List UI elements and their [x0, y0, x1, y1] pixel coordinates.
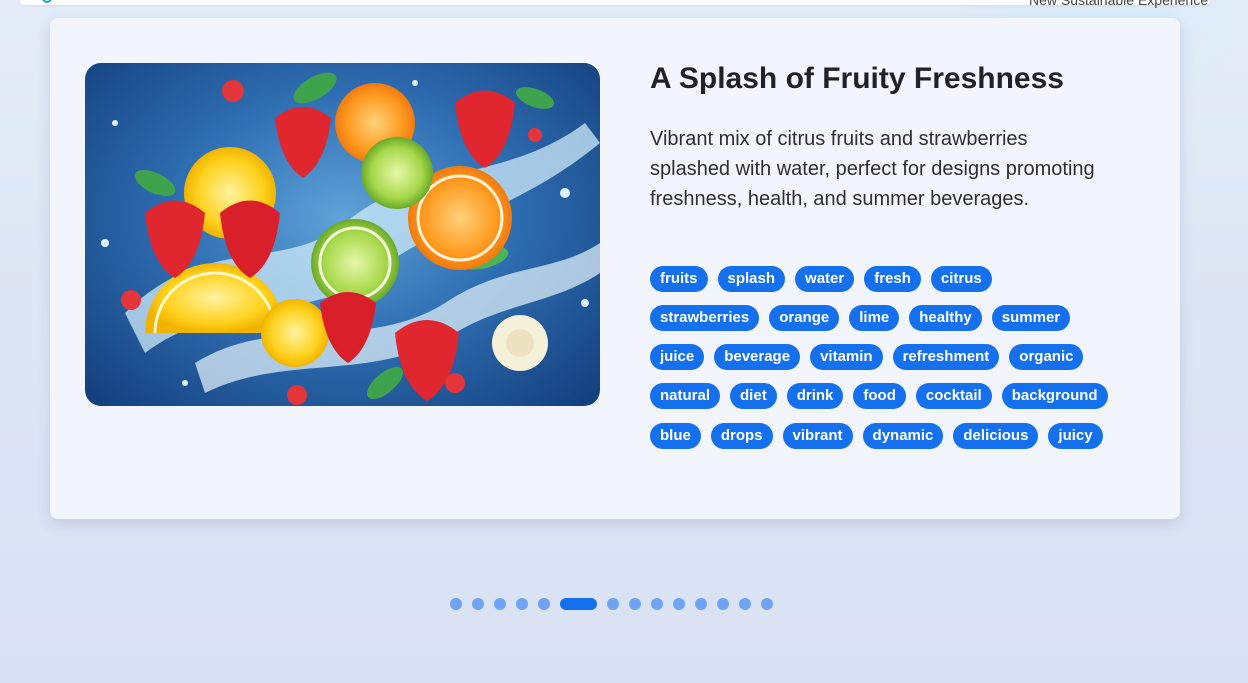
tag-juice[interactable]: juice: [650, 344, 705, 370]
header-tagline: New Sustainable Experience: [1029, 0, 1208, 8]
carousel-dot[interactable]: [629, 598, 641, 610]
tag-vitamin[interactable]: vitamin: [810, 344, 883, 370]
slide-card: A Splash of Fruity Freshness Vibrant mix…: [50, 18, 1180, 519]
carousel-dot[interactable]: [472, 598, 484, 610]
tag-row-1: fruits splash water fresh citrus: [650, 266, 992, 292]
tag-delicious[interactable]: delicious: [953, 423, 1039, 449]
tag-drops[interactable]: drops: [710, 423, 773, 449]
carousel-dot[interactable]: [516, 598, 528, 610]
tag-water[interactable]: water: [795, 266, 855, 292]
top-header-bar: New Sustainable Experience: [20, 0, 1210, 8]
tag-blue[interactable]: blue: [650, 423, 701, 449]
tag-row-4: natural diet drink food cocktail backgro…: [650, 383, 1108, 409]
tag-orange[interactable]: orange: [769, 305, 840, 331]
carousel-dot[interactable]: [538, 598, 550, 610]
tag-row-3: juice beverage vitamin refreshment organ…: [650, 344, 1084, 370]
carousel-dot[interactable]: [739, 598, 751, 610]
carousel-dot-active[interactable]: [560, 598, 597, 610]
carousel-dot[interactable]: [651, 598, 663, 610]
tag-row-5: blue drops vibrant dynamic delicious jui…: [650, 423, 1103, 449]
tag-healthy[interactable]: healthy: [909, 305, 982, 331]
tag-organic[interactable]: organic: [1009, 344, 1084, 370]
slide-description: Vibrant mix of citrus fruits and strawbe…: [650, 128, 1095, 210]
tag-fresh[interactable]: fresh: [864, 266, 921, 292]
tag-juicy[interactable]: juicy: [1048, 423, 1103, 449]
tag-dynamic[interactable]: dynamic: [862, 423, 944, 449]
tag-cocktail[interactable]: cocktail: [915, 383, 992, 409]
tag-beverage[interactable]: beverage: [714, 344, 801, 370]
carousel-dot[interactable]: [673, 598, 685, 610]
tag-refreshment[interactable]: refreshment: [892, 344, 1000, 370]
tag-diet[interactable]: diet: [730, 383, 777, 409]
tag-vibrant[interactable]: vibrant: [782, 423, 853, 449]
tag-lime[interactable]: lime: [849, 305, 900, 331]
tag-fruits[interactable]: fruits: [650, 266, 708, 292]
carousel-dot[interactable]: [695, 598, 707, 610]
carousel-dot[interactable]: [494, 598, 506, 610]
tag-strawberries[interactable]: strawberries: [650, 305, 760, 331]
tag-splash[interactable]: splash: [717, 266, 786, 292]
tag-drink[interactable]: drink: [786, 383, 844, 409]
tag-food[interactable]: food: [853, 383, 906, 409]
fruit-splash-image[interactable]: [85, 63, 600, 406]
carousel-dot[interactable]: [450, 598, 462, 610]
tag-background[interactable]: background: [1001, 383, 1108, 409]
fruit-splash-illustration: [101, 72, 600, 405]
carousel-dot[interactable]: [717, 598, 729, 610]
tag-summer[interactable]: summer: [991, 305, 1071, 331]
carousel-dot[interactable]: [761, 598, 773, 610]
slide-title: A Splash of Fruity Freshness: [650, 62, 1064, 95]
tag-row-2: strawberries orange lime healthy summer: [650, 305, 1071, 331]
carousel-dot[interactable]: [607, 598, 619, 610]
carousel-pagination: [450, 598, 773, 610]
tag-natural[interactable]: natural: [650, 383, 721, 409]
tag-citrus[interactable]: citrus: [930, 266, 992, 292]
logo-ring-icon[interactable]: [42, 0, 52, 3]
